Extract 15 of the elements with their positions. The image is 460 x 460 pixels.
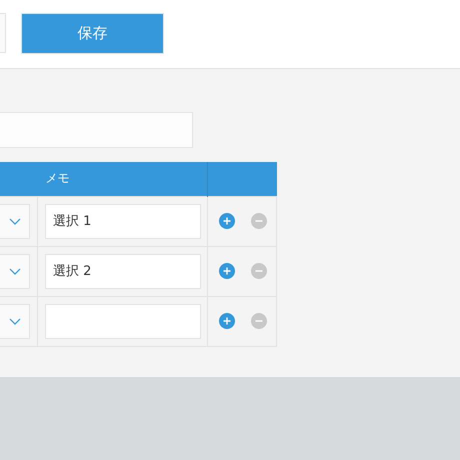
add-icon[interactable] xyxy=(219,313,235,329)
input-field[interactable] xyxy=(0,112,193,148)
add-icon[interactable] xyxy=(219,213,235,229)
chevron-down-icon xyxy=(9,218,21,224)
memo-field[interactable] xyxy=(45,304,201,338)
column-header: メモ xyxy=(38,162,208,196)
remove-icon[interactable] xyxy=(251,213,267,229)
add-icon[interactable] xyxy=(219,263,235,279)
chevron-down-icon xyxy=(9,318,21,324)
remove-icon[interactable] xyxy=(251,263,267,279)
table-header xyxy=(208,162,276,196)
chevron-down-icon xyxy=(9,268,21,274)
remove-icon[interactable] xyxy=(251,313,267,329)
memo-field[interactable]: 選択 2 xyxy=(45,254,201,288)
memo-field[interactable]: 選択 1 xyxy=(45,204,201,238)
